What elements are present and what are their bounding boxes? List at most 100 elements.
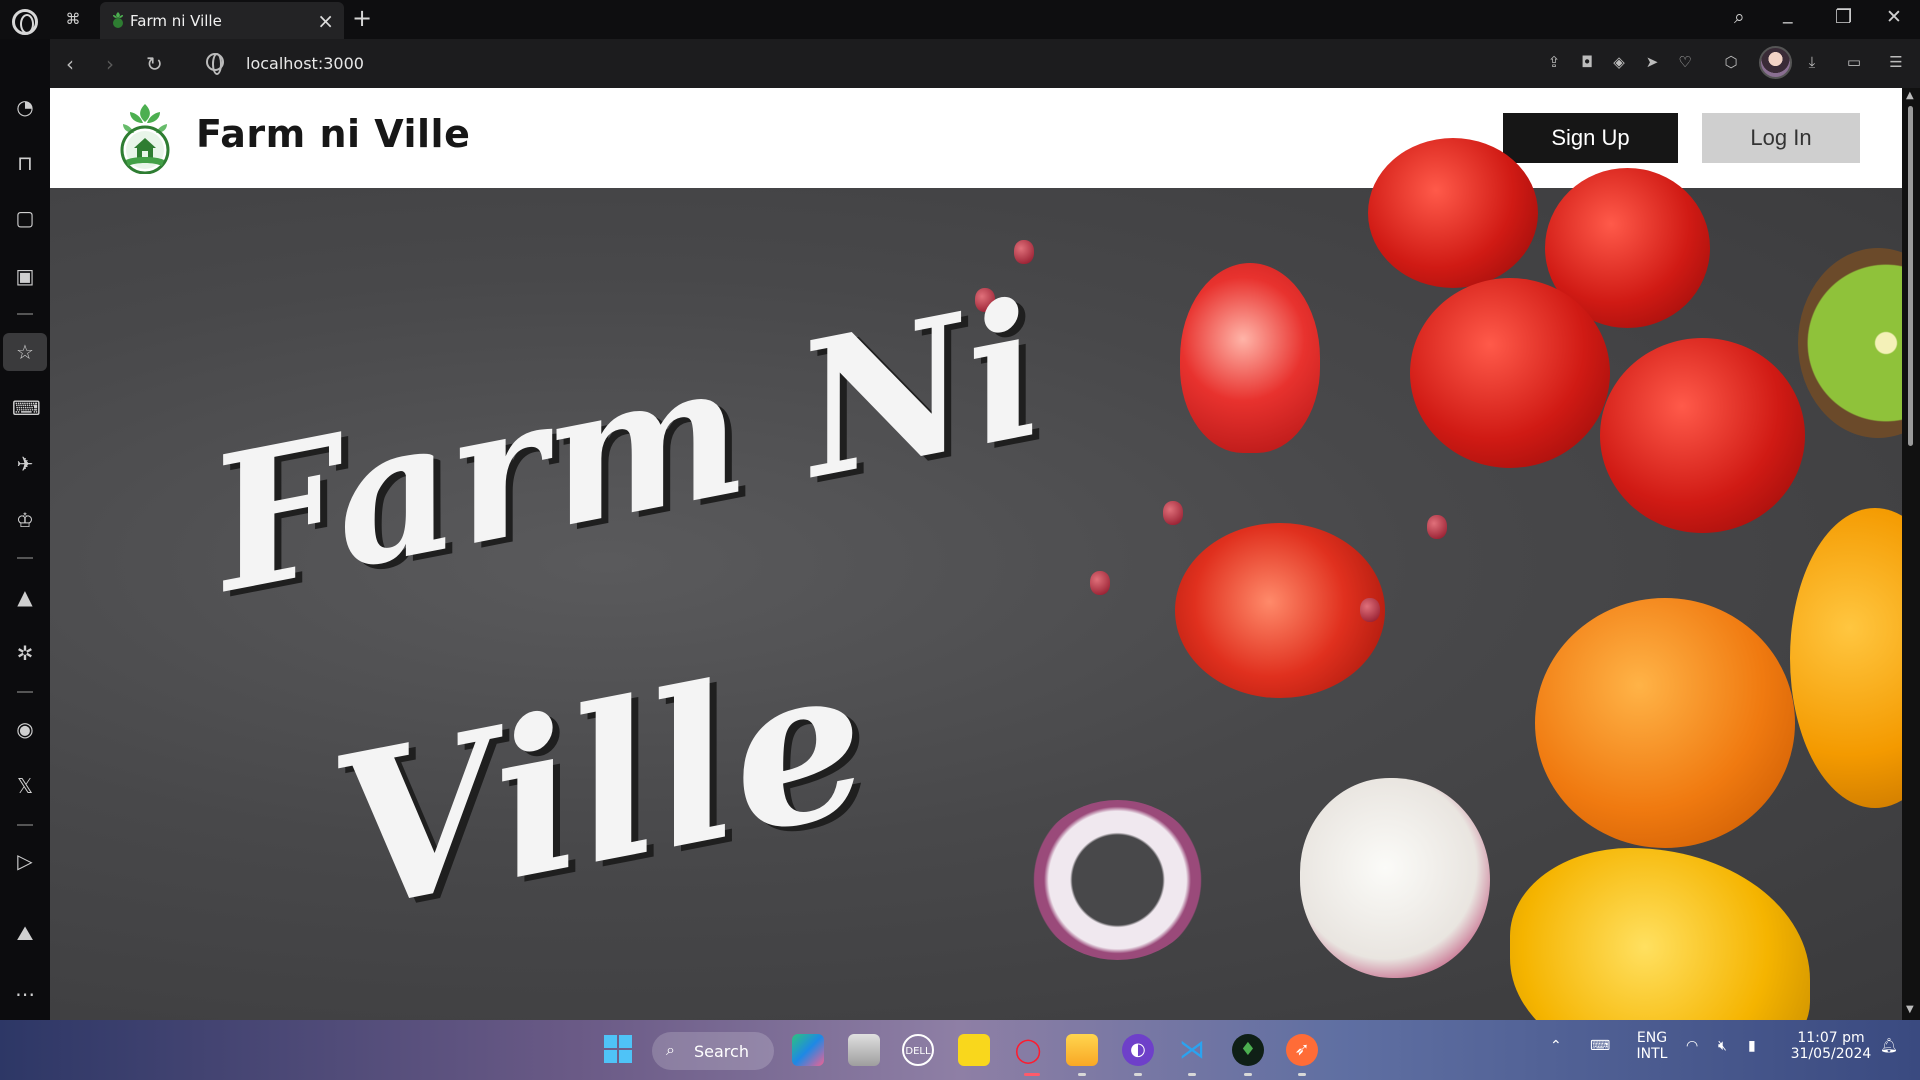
browser-tab-strip: ⌘ Farm ni Ville × + ⌕ _ ❐ ✕ xyxy=(0,0,1920,39)
crown-icon[interactable]: ♔ xyxy=(12,507,38,533)
gaming-icon[interactable]: ⌨ xyxy=(12,395,41,421)
snapshot-icon[interactable]: ◘ xyxy=(1577,52,1597,72)
ai-chip-icon[interactable]: ▣ xyxy=(12,263,38,289)
task-view-icon[interactable] xyxy=(848,1034,880,1066)
pomegranate-seed xyxy=(1090,571,1110,595)
pomegranate-seed xyxy=(1163,501,1183,525)
minimize-icon[interactable]: _ xyxy=(1783,2,1793,24)
signup-button[interactable]: Sign Up xyxy=(1503,113,1678,163)
language-indicator[interactable]: ENG INTL xyxy=(1632,1030,1672,1062)
gamepad-icon[interactable]: ⌘ xyxy=(62,8,84,30)
scroll-down-icon[interactable]: ▼ xyxy=(1906,1004,1914,1015)
clock-time: 11:07 pm xyxy=(1797,1030,1865,1046)
orange-image xyxy=(1535,598,1795,848)
battery-icon[interactable]: ▮ xyxy=(1748,1038,1756,1054)
search-icon: ⌕ xyxy=(666,1040,675,1059)
send-icon[interactable]: ➤ xyxy=(1642,52,1662,72)
address-bar: ‹ › ↻ localhost:3000 ⇪ ◘ ◈ ➤ ♡ ⬡ ⤓ ▭ ☰ xyxy=(50,39,1920,88)
tab-close-icon[interactable]: × xyxy=(317,9,334,33)
vscode-icon[interactable]: ⋊ xyxy=(1176,1034,1208,1066)
login-button[interactable]: Log In xyxy=(1702,113,1860,163)
screen: ⌘ Farm ni Ville × + ⌕ _ ❐ ✕ ‹ › ↻ localh… xyxy=(0,0,1920,1080)
scroll-thumb[interactable] xyxy=(1908,106,1913,446)
wifi-icon[interactable]: ◠ xyxy=(1686,1038,1698,1054)
profile-avatar[interactable] xyxy=(1759,46,1792,79)
sticky-notes-icon[interactable] xyxy=(958,1034,990,1066)
sidebar-divider xyxy=(17,824,33,826)
sidebar-divider xyxy=(17,691,33,693)
restore-icon[interactable]: ❐ xyxy=(1835,6,1852,28)
pomegranate-seed xyxy=(1360,598,1380,622)
close-window-icon[interactable]: ✕ xyxy=(1886,6,1902,28)
mongodb-icon[interactable]: ♦ xyxy=(1232,1034,1264,1066)
running-indicator xyxy=(1244,1073,1252,1076)
active-app-indicator xyxy=(1024,1073,1040,1076)
web-page: Farm ni Ville Sign Up Log In Farm Ni Vil… xyxy=(50,88,1902,1020)
windows-start-icon[interactable] xyxy=(602,1034,634,1066)
reload-icon[interactable]: ↻ xyxy=(146,52,163,76)
clock[interactable]: 11:07 pm 31/05/2024 xyxy=(1786,1030,1876,1062)
taskbar-search[interactable]: ⌕ Search xyxy=(652,1032,774,1070)
browser-tab[interactable]: Farm ni Ville × xyxy=(100,2,344,39)
running-indicator xyxy=(1188,1073,1196,1076)
postman-icon[interactable]: ➶ xyxy=(1286,1034,1318,1066)
new-tab-icon[interactable]: + xyxy=(352,4,372,32)
extensions-icon[interactable]: ⊓ xyxy=(12,150,38,176)
heart-icon[interactable]: ♡ xyxy=(1675,52,1695,72)
hero-banner: Farm Ni Ville xyxy=(50,138,1902,1020)
site-info-icon[interactable] xyxy=(206,53,224,75)
tray-overflow-icon[interactable]: ⌃ xyxy=(1550,1038,1562,1054)
gallery-icon[interactable]: ⛰ xyxy=(12,920,38,946)
hero-title-line2: Ville xyxy=(316,613,886,958)
tomato-image xyxy=(1410,278,1610,468)
vpn-shield-icon[interactable]: ◈ xyxy=(1609,52,1629,72)
sidebar-divider xyxy=(17,557,33,559)
speed-dial-icon[interactable]: ◔ xyxy=(12,94,38,120)
messenger-icon[interactable]: ◉ xyxy=(12,716,38,742)
running-indicator xyxy=(1134,1073,1142,1076)
strawberry-image xyxy=(1180,263,1320,453)
search-tabs-icon[interactable]: ⌕ xyxy=(1734,6,1745,28)
download-icon[interactable]: ⤓ xyxy=(1802,52,1822,72)
github-icon[interactable]: ◐ xyxy=(1122,1034,1154,1066)
bookmarks-icon[interactable]: ☆ xyxy=(3,333,47,371)
sidebar-divider xyxy=(17,313,33,315)
forward-icon[interactable]: › xyxy=(106,52,114,76)
brand-name[interactable]: Farm ni Ville xyxy=(196,112,470,156)
cube-icon[interactable]: ⬡ xyxy=(1721,52,1741,72)
chatgpt-icon[interactable]: ✲ xyxy=(12,640,38,666)
copilot-icon[interactable] xyxy=(792,1034,824,1066)
url-field[interactable]: localhost:3000 xyxy=(246,54,364,73)
language-bottom: INTL xyxy=(1636,1046,1668,1062)
orange-image xyxy=(1790,508,1902,808)
more-icon[interactable]: ⋯ xyxy=(12,981,38,1007)
page-scrollbar[interactable]: ▲ ▼ xyxy=(1902,88,1920,1020)
kiwi-image xyxy=(1798,248,1902,438)
tab-title: Farm ni Ville xyxy=(130,12,222,30)
easy-setup-icon[interactable]: ☰ xyxy=(1886,52,1906,72)
farm-logo-icon[interactable] xyxy=(118,102,172,174)
opera-gx-icon[interactable]: ◯ xyxy=(1012,1034,1044,1066)
x-icon[interactable]: 𝕏 xyxy=(12,773,38,799)
hero-title-line1: Farm Ni xyxy=(194,260,1059,634)
volume-muted-icon[interactable]: 🔇︎ xyxy=(1718,1038,1727,1054)
keyboard-icon[interactable]: ⌨ xyxy=(1590,1038,1610,1054)
dell-icon[interactable]: DELL xyxy=(902,1034,934,1066)
aria-icon[interactable]: ▲ xyxy=(12,584,38,610)
taskbar: ⌕ Search DELL ◯ ◐ ⋊ ♦ ➶ ⌃ ⌨ ENG INTL ◠ 🔇… xyxy=(0,1020,1920,1080)
file-explorer-icon[interactable] xyxy=(1066,1034,1098,1066)
battery-icon[interactable]: ▭ xyxy=(1844,52,1864,72)
share-icon[interactable]: ⇪ xyxy=(1544,52,1564,72)
tomato-image xyxy=(1600,338,1805,533)
back-icon[interactable]: ‹ xyxy=(66,52,74,76)
browser-sidebar: ◔ ⊓ ▢ ▣ ☆ ⌨ ✈ ♔ ▲ ✲ ◉ 𝕏 ▷ ⛰ ⋯ xyxy=(0,39,50,1020)
running-indicator xyxy=(1298,1073,1306,1076)
flights-icon[interactable]: ✈ xyxy=(12,451,38,477)
notifications-icon[interactable]: 🔔︎ xyxy=(1880,1038,1898,1054)
player-icon[interactable]: ▷ xyxy=(12,848,38,874)
clock-date: 31/05/2024 xyxy=(1790,1046,1872,1062)
twitch-icon[interactable]: ▢ xyxy=(12,205,38,231)
opera-menu-icon[interactable] xyxy=(12,9,38,35)
onion-ring-image xyxy=(1030,800,1205,960)
scroll-up-icon[interactable]: ▲ xyxy=(1906,90,1914,101)
